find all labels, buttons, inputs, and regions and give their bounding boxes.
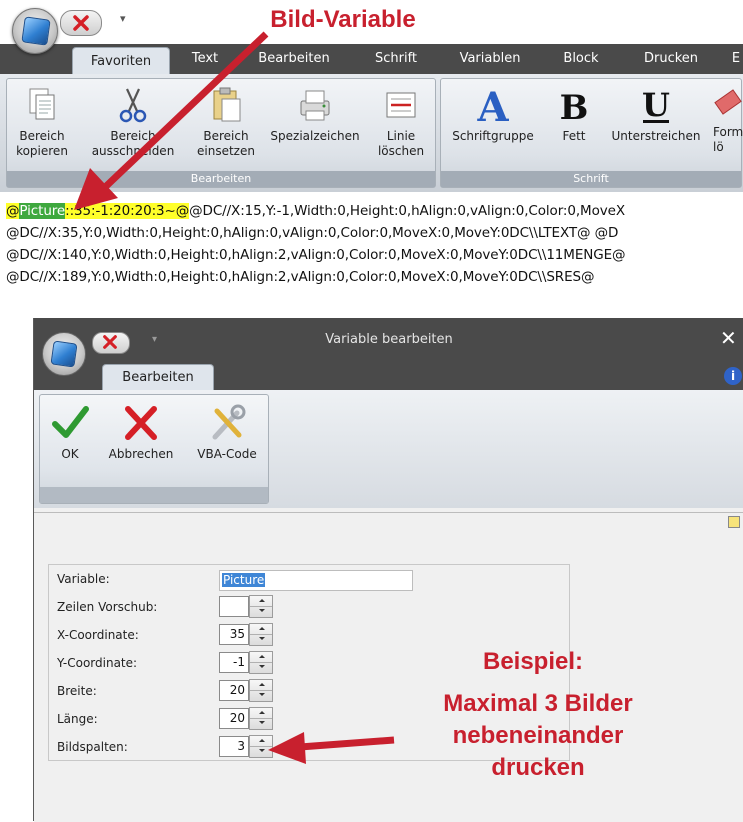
letter-a-icon: A [473,84,513,131]
eraser-icon [713,85,743,125]
ok-button[interactable]: OK [46,403,94,462]
y-coordinate-stepper[interactable] [249,651,273,674]
length-input[interactable]: 20 [219,708,249,729]
tab-block[interactable]: Block [546,44,616,74]
tab-variablen[interactable]: Variablen [446,44,534,74]
annotation-beispiel-title: Beispiel: [482,648,584,675]
cancel-label: Abbrechen [108,447,174,461]
ribbon-group-label-schrift: Schrift [441,171,741,187]
underline-u-icon: U [636,85,676,125]
svg-text:A: A [476,85,509,125]
cancel-x-icon [121,403,161,443]
variable-name-value: Picture [222,573,266,587]
checkmark-icon [50,403,90,443]
vba-code-label: VBA-Code [197,447,257,461]
image-columns-value: 3 [237,739,245,753]
quick-access-dropdown-icon[interactable]: ▾ [120,12,126,25]
dialog-quick-close-button[interactable] [92,332,130,354]
variable-name-input[interactable]: Picture [219,570,413,591]
dialog-orb-button[interactable] [42,332,86,376]
variable-label: Variable: [57,572,110,586]
font-group-label: Schriftgruppe [452,129,534,143]
line-feed-label: Zeilen Vorschub: [57,600,158,614]
bold-button[interactable]: B Fett [549,85,599,144]
line-feed-stepper[interactable] [249,595,273,618]
annotation-arrow-bildspalten-icon [268,732,395,764]
dialog-ribbon-group-footer [40,487,268,503]
format-delete-button[interactable]: Form lö [713,85,743,155]
line-feed-input[interactable] [219,596,249,617]
svg-text:U: U [642,86,670,124]
length-label: Länge: [57,712,98,726]
scroll-corner-icon[interactable] [728,516,740,528]
tab-e[interactable]: E [726,44,743,74]
font-group-button[interactable]: A Schriftgruppe [443,84,543,144]
width-input[interactable]: 20 [219,680,249,701]
annotation-line-1: Maximal 3 Bilder [443,690,633,717]
dialog-ribbon: OK Abbrechen VBA-Code [34,390,743,508]
code-prefix: @ [6,203,20,219]
annotation-line-3: drucken [491,754,585,781]
ok-label: OK [61,447,79,461]
dialog-title: Variable bearbeiten [325,332,453,347]
width-stepper[interactable] [249,679,273,702]
y-coordinate-value: -1 [233,655,245,669]
dialog-cube-icon [50,340,78,368]
copy-icon [22,85,62,125]
delete-line-label: Linie löschen [377,129,425,158]
code-line-2[interactable]: @DC//X:35,Y:0,Width:0,Height:0,hAlign:0,… [6,225,618,241]
tab-drucken[interactable]: Drucken [626,44,716,74]
svg-text:B: B [560,88,589,125]
annotation-line-2: nebeneinander [452,722,624,749]
format-delete-label: Form lö [713,125,743,154]
dialog-ribbon-group: OK Abbrechen VBA-Code [39,394,269,504]
annotation-beispiel-text: Maximal 3 Bilder nebeneinander drucken [388,688,688,784]
width-value: 20 [229,683,245,697]
underline-button[interactable]: U Unterstreichen [603,85,709,144]
x-coordinate-value: 35 [229,627,245,641]
image-columns-input[interactable]: 3 [219,736,249,757]
delete-line-icon [381,85,421,125]
underline-label: Unterstreichen [611,129,701,143]
y-coordinate-label: Y-Coordinate: [57,656,138,670]
application-orb-button[interactable] [12,8,58,54]
vba-code-button[interactable]: VBA-Code [188,403,266,462]
tab-schrift[interactable]: Schrift [356,44,436,74]
x-coordinate-input[interactable]: 35 [219,624,249,645]
x-coordinate-stepper[interactable] [249,623,273,646]
dialog-quick-access-dropdown-icon[interactable]: ▾ [152,334,157,345]
code-line-3[interactable]: @DC//X:140,Y:0,Width:0,Height:0,hAlign:2… [6,247,626,263]
dialog-tab-bearbeiten[interactable]: Bearbeiten [102,364,214,391]
bold-label: Fett [562,129,586,143]
y-coordinate-input[interactable]: -1 [219,652,249,673]
tools-icon [207,403,247,443]
length-value: 20 [229,711,245,725]
width-label: Breite: [57,684,97,698]
bold-b-icon: B [554,85,594,128]
info-icon[interactable]: i [724,367,742,385]
cancel-button[interactable]: Abbrechen [100,403,182,462]
dialog-red-x-icon [103,335,117,349]
image-columns-label: Bildspalten: [57,740,128,754]
delete-line-button[interactable]: Linie löschen [371,85,431,159]
x-coordinate-label: X-Coordinate: [57,628,139,642]
code-line-4[interactable]: @DC//X:189,Y:0,Width:0,Height:0,hAlign:2… [6,269,594,285]
app-cube-icon [21,16,51,46]
dialog-tab-strip: Bearbeiten [34,364,743,391]
annotation-arrow-icon [74,31,269,210]
printer-icon [295,85,335,125]
picture-variable-highlight[interactable]: Picture [19,203,65,219]
dialog-close-button[interactable]: ✕ [720,326,737,350]
ribbon-group-schrift: A Schriftgruppe B Fett U Unterstreichen [440,78,743,188]
